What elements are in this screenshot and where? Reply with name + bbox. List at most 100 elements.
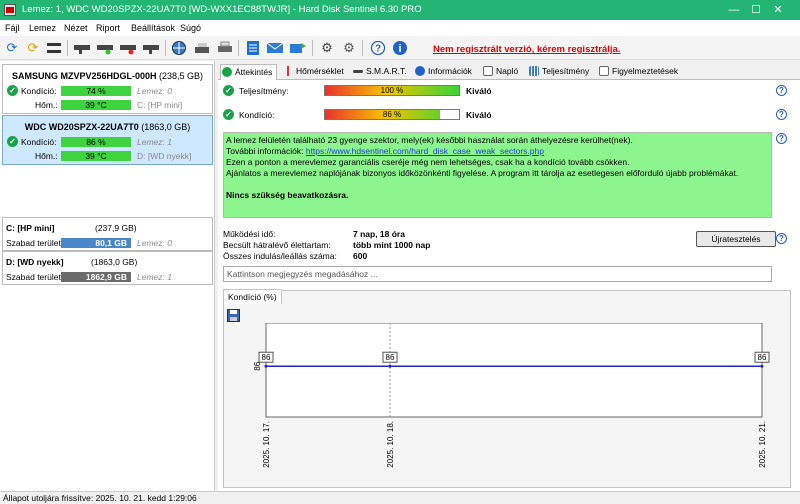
info-icon[interactable]: i: [391, 39, 409, 57]
tab-bar: Áttekintés Hőmérséklet S.M.A.R.T. Inform…: [218, 62, 800, 81]
help-icon[interactable]: ?: [776, 233, 787, 244]
message-line: A lemez felületén található 23 gyenge sz…: [226, 135, 633, 145]
wrench-icon[interactable]: ⚙: [340, 39, 358, 57]
disk-size: (1863,0 GB): [141, 122, 191, 132]
health-bar: 86 %: [324, 109, 460, 120]
disk-list-panel: SAMSUNG MZVPV256HDGL-000H (238,5 GB) ✓ K…: [0, 61, 215, 491]
menu-help[interactable]: Súgó: [180, 23, 201, 33]
menu-report[interactable]: Riport: [96, 23, 120, 33]
menu-disk[interactable]: Lemez: [29, 23, 56, 33]
scanner-icon[interactable]: [193, 39, 211, 57]
disk-list-icon[interactable]: [45, 39, 63, 57]
health-value: 86 %: [382, 110, 402, 119]
report-icon[interactable]: [244, 39, 262, 57]
help-icon[interactable]: ?: [776, 85, 787, 96]
globe-icon[interactable]: [170, 39, 188, 57]
refresh-icon[interactable]: ⟳: [3, 39, 21, 57]
start-count-value: 600: [353, 251, 368, 261]
retest-button[interactable]: Újratesztelés: [696, 231, 776, 247]
uptime-label: Működési idő:: [223, 229, 276, 239]
tab-smart[interactable]: S.M.A.R.T.: [352, 64, 407, 80]
help-icon[interactable]: ?: [776, 133, 787, 144]
svg-text:i: i: [398, 43, 401, 55]
temp-label: Hőm.:: [35, 100, 58, 110]
tab-alerts[interactable]: Figyelmeztetések: [598, 64, 678, 80]
window-title: Lemez: 1, WDC WD20SPZX-22UA7T0 [WD-WXX1E…: [22, 4, 422, 15]
chart-tab[interactable]: Kondíció (%): [223, 289, 282, 304]
menu-settings[interactable]: Beállítások: [131, 23, 175, 33]
status-ok-icon: ✓: [7, 136, 18, 147]
overview-panel: ✓ Teljesítmény: 100 % Kiváló ? ✓ Kondíci…: [218, 80, 800, 491]
free-space-label: Szabad terület: [6, 272, 61, 282]
disk-green-icon[interactable]: [96, 39, 114, 57]
status-ok-icon: ✓: [7, 85, 18, 96]
x-tick-label: 2025. 10. 17.: [262, 421, 271, 468]
drive-letter: D: [WD nyekk]: [137, 151, 192, 161]
toolbar-separator: [67, 40, 68, 56]
status-message-box: A lemez felületén található 23 gyenge sz…: [223, 132, 772, 218]
health-rating: Kiváló: [466, 110, 492, 120]
free-space-bar: 80,1 GB: [61, 238, 131, 248]
comment-input[interactable]: Kattintson megjegyzés megadásához ...: [223, 266, 772, 282]
message-line: Ezen a ponton a merevlemez garanciális c…: [226, 157, 630, 167]
health-chart-panel: Kondíció (%) 86 86 86 86 2025. 10. 17. 2025. …: [223, 289, 791, 488]
x-tick-label: 2025. 10. 21.: [758, 421, 767, 468]
volume-size: (1863,0 GB): [91, 257, 138, 267]
mail-icon[interactable]: [266, 39, 284, 57]
data-point: [760, 364, 764, 368]
disk-entry-0[interactable]: SAMSUNG MZVPV256HDGL-000H (238,5 GB) ✓ K…: [2, 64, 213, 114]
free-space-label: Szabad terület: [6, 238, 61, 248]
more-info-link[interactable]: https://www.hdsentinel.com/hard_disk_cas…: [306, 146, 544, 156]
lifetime-value: több mint 1000 nap: [353, 240, 431, 250]
message-line: Ajánlatos a merevlemez naplójának bizony…: [226, 168, 739, 178]
status-ok-icon: ✓: [223, 109, 234, 120]
toolbar-separator: [312, 40, 313, 56]
tab-info[interactable]: Információk: [414, 64, 472, 80]
document-icon: [483, 66, 493, 76]
tab-performance[interactable]: Teljesítmény: [528, 64, 589, 80]
message-summary: Nincs szükség beavatkozásra.: [226, 190, 349, 200]
drive-letter: C: [HP mini]: [137, 100, 183, 110]
data-label: 86: [758, 353, 767, 362]
message-line: További információk: https://www.hdsenti…: [226, 146, 544, 156]
disk-remove-icon[interactable]: [142, 39, 160, 57]
settings-gear-icon[interactable]: ⚙: [318, 39, 336, 57]
disk-icon[interactable]: [73, 39, 91, 57]
volume-entry-0[interactable]: C: [HP mini] (237,9 GB) Szabad terület 8…: [2, 217, 213, 251]
tab-log[interactable]: Napló: [482, 64, 518, 80]
disk-index: Lemez: 1: [137, 137, 172, 147]
disk-name: WDC WD20SPZX-22UA7T0: [24, 122, 139, 132]
disk-size: (238,5 GB): [159, 71, 204, 81]
status-bar: Állapot utoljára frissítve: 2025. 10. 21…: [0, 491, 800, 504]
temp-label: Hőm.:: [35, 151, 58, 161]
menu-file[interactable]: Fájl: [5, 23, 20, 33]
mail-send-icon[interactable]: [289, 39, 307, 57]
save-icon[interactable]: [227, 309, 240, 322]
disk-entry-1[interactable]: WDC WD20SPZX-22UA7T0 (1863,0 GB) ✓ Kondí…: [2, 115, 213, 165]
app-icon: [4, 4, 16, 16]
health-label: Kondíció:: [21, 86, 57, 96]
plot-area: [265, 323, 763, 418]
register-message-link[interactable]: Nem regisztrált verzió, kérem regisztrál…: [433, 44, 620, 55]
warning-refresh-icon[interactable]: ⟳: [24, 39, 42, 57]
help-icon[interactable]: ?: [776, 109, 787, 120]
volume-name: C: [HP mini]: [6, 223, 55, 233]
printer-icon[interactable]: [216, 39, 234, 57]
volume-entry-1[interactable]: D: [WD nyekk] (1863,0 GB) Szabad terület…: [2, 251, 213, 285]
health-label: Kondíció:: [21, 137, 57, 147]
help-icon[interactable]: ?: [369, 39, 387, 57]
performance-rating: Kiváló: [466, 86, 492, 96]
status-ok-icon: ✓: [223, 85, 234, 96]
close-button[interactable]: ✕: [756, 0, 800, 20]
data-point: [388, 364, 392, 368]
toolbar-separator: [362, 40, 363, 56]
performance-bar: 100 %: [324, 85, 460, 96]
chart-icon: [529, 66, 539, 76]
tab-temperature[interactable]: Hőmérséklet: [282, 64, 344, 80]
data-point: [264, 364, 268, 368]
tab-overview[interactable]: Áttekintés: [220, 64, 278, 81]
disk-name: SAMSUNG MZVPV256HDGL-000H: [11, 71, 157, 81]
menu-view[interactable]: Nézet: [64, 23, 88, 33]
disk-red-icon[interactable]: [119, 39, 137, 57]
check-icon: [222, 67, 232, 77]
